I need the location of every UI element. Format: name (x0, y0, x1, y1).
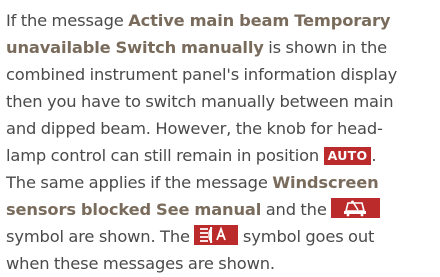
text-line-3: combined instrument panel's information … (6, 65, 398, 84)
text-segment: lamp control can still remain in positio… (6, 146, 324, 165)
text-segment: . (371, 146, 377, 165)
text-line-4: then you have to switch manually between… (6, 92, 394, 111)
windscreen-sensor-icon (331, 198, 381, 218)
text-line-5: and dipped beam. However, the knob for h… (6, 119, 383, 138)
message-name-active-main-beam-cont: unavailable Switch manually (6, 38, 264, 57)
auto-position-badge: AUTO (323, 147, 372, 165)
manual-paragraph: If the message Active main beam Temporar… (6, 7, 436, 277)
text-segment: and the (261, 200, 332, 219)
auto-main-beam-icon (194, 225, 239, 245)
message-name-active-main-beam: Active main beam Temporary (128, 11, 391, 30)
text-line-9: symbol are shown. The symbol goes out (6, 223, 436, 250)
text-line-2: unavailable Switch manually is shown in … (6, 34, 436, 61)
text-segment: If the message (6, 11, 129, 30)
text-line-1: If the message Active main beam Temporar… (6, 7, 436, 34)
text-segment: The same applies if the message (6, 173, 273, 192)
message-name-windscreen: Windscreen (272, 173, 379, 192)
text-segment: symbol are shown. The (6, 227, 195, 246)
text-line-7: The same applies if the message Windscre… (6, 169, 436, 196)
text-line-6: lamp control can still remain in positio… (6, 142, 436, 169)
message-name-windscreen-cont: sensors blocked See manual (6, 200, 262, 219)
text-line-8: sensors blocked See manual and the (6, 196, 436, 223)
text-segment: is shown in the (263, 38, 388, 57)
text-segment: symbol goes out (238, 227, 375, 246)
